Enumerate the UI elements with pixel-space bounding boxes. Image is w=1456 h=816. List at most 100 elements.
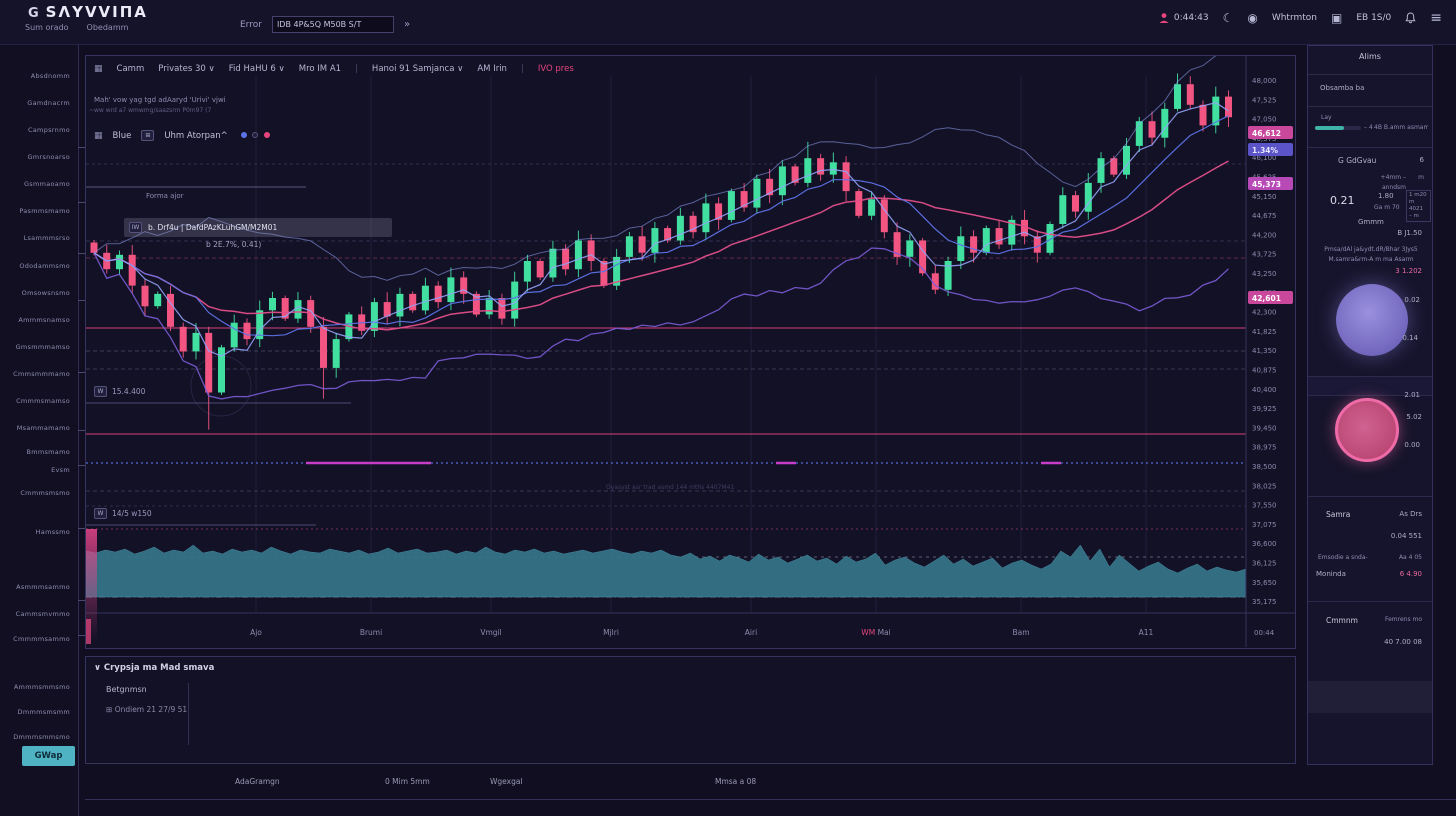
toolbar-item-3[interactable]: Fid HaHU 6 ∨ (229, 64, 285, 74)
y-axis-tick: 39,450 (1252, 424, 1277, 432)
toolbar-item-1[interactable]: Camm (117, 64, 145, 74)
bottom-panel: ∨ Crypsja ma Mad smava Betgnmsn ⊞ Ondiem… (85, 656, 1296, 764)
x-axis-label[interactable]: WM Mai (861, 628, 890, 637)
sidebar-tool-item[interactable]: Gmsmmmamso (16, 343, 70, 351)
record-icon[interactable]: ◉ (1247, 11, 1257, 25)
sidebar-tool-item[interactable]: Ododammsmo (19, 262, 70, 270)
candles-icon[interactable]: ▦ (94, 64, 103, 74)
x-axis-label[interactable]: Mjlri (603, 628, 619, 637)
sidebar-tool-item[interactable]: Gmrsnoarso (27, 153, 70, 161)
sidebar-tool-item[interactable]: Asmmmsammo (16, 583, 70, 591)
sidebar-tool-item[interactable]: Omsowsnsmo (22, 289, 70, 297)
mid-value: 1.80 (1378, 192, 1394, 200)
bottom-panel-header[interactable]: ∨ Crypsja ma Mad smava (94, 663, 214, 673)
x-axis-label[interactable]: Bam (1012, 628, 1029, 637)
gwap-button[interactable]: GWap (22, 746, 75, 766)
x-axis-label[interactable]: Ajo (250, 628, 262, 637)
sidebar-tool-item[interactable]: Gamdnacrm (27, 99, 70, 107)
sidebar-tool-item[interactable]: Lsammmsrso (24, 234, 70, 242)
stats1-right: As Drs (1399, 510, 1422, 518)
calendar-icon: ⊞ (106, 705, 112, 714)
nav-link-2[interactable]: Obedamm (87, 23, 129, 32)
bottom-col-title[interactable]: Betgnmsn (106, 685, 147, 694)
style-label[interactable]: Blue (113, 131, 132, 141)
toolbar-item-5[interactable]: Hanoi 91 Samjanca ∨ (372, 64, 463, 74)
purple-gauge[interactable] (1336, 284, 1408, 356)
bottom-col-item[interactable]: ⊞ Ondiem 21 27/9 51 (106, 705, 187, 714)
sidebar-action-row[interactable] (1308, 681, 1432, 713)
sidebar-tool-item[interactable]: Dmmmsmsmm (18, 708, 70, 716)
footer-link[interactable]: Mmsa a 08 (715, 777, 756, 786)
ratio-label[interactable]: EB 1S/0 (1356, 13, 1391, 23)
price-badge-text: 42,601 (1252, 294, 1281, 303)
toolbar-item-2[interactable]: Privates 30 ∨ (158, 64, 215, 74)
bell-icon[interactable] (1405, 12, 1416, 24)
candle-body (843, 162, 850, 191)
y-axis-tick: 43,250 (1252, 270, 1277, 278)
sidebar-tool-item[interactable]: Cmmmsmsmo (20, 489, 70, 497)
candle-body (333, 339, 340, 368)
candle-body (524, 261, 531, 282)
big-value: 0.21 (1330, 194, 1355, 207)
bottom-panel-title: Crypsja ma Mad smava (104, 663, 214, 673)
side-value: B J1.50 (1397, 229, 1422, 237)
y-axis-tick: 40,875 (1252, 367, 1277, 375)
pane3-legend[interactable]: W 14/5 w150 (94, 508, 152, 519)
sidebar-tool-item[interactable]: Pasmmsmamo (19, 207, 70, 215)
candle-body (575, 240, 582, 269)
sidebar-tool-item[interactable]: Cmmmmsammo (13, 635, 70, 643)
sidebar-tool-item[interactable]: Dmmmsmmsmo (13, 733, 70, 741)
account-menu[interactable]: Whtrmton (1272, 13, 1317, 23)
candle-body (868, 199, 875, 215)
candle-body (779, 166, 786, 195)
price-chart[interactable]: Oyasyst asr trad asmd 144 mths 4407M4148… (86, 56, 1295, 648)
x-axis-label[interactable]: Airi (745, 628, 757, 637)
left-sidebar: Absdnomm Gamdnacrm Campsrnmo Gmrsnoarso Gsmm… (0, 45, 79, 816)
footer-link[interactable]: Wgexgal (490, 777, 523, 786)
stats3-left: Cmmnm (1326, 616, 1358, 625)
x-axis-label[interactable]: A11 (1139, 628, 1154, 637)
candle-body (1187, 84, 1194, 105)
sidebar-tool-item[interactable]: Bmmsmamo (26, 448, 70, 456)
toolbar-item-6[interactable]: AM Irin (477, 64, 507, 74)
user-icon[interactable] (1158, 12, 1170, 24)
moon-icon[interactable]: ☾ (1223, 11, 1234, 25)
compare-icon[interactable]: ⊞ (141, 130, 154, 141)
sidebar-tool-item[interactable]: Hamssmo (36, 528, 70, 536)
x-axis-label[interactable]: Brumi (360, 628, 382, 637)
layout-icon[interactable]: ▣ (1331, 11, 1342, 25)
sidebar-tool-item[interactable]: Cmmsmmmamo (13, 370, 70, 378)
sidebar-tool-item[interactable]: Msammamamo (17, 424, 70, 432)
indicator-label[interactable]: Uhm Atorpan^ (164, 131, 227, 141)
expand-icon[interactable]: » (404, 19, 408, 30)
sidebar-tool-item[interactable]: Ammmsmmsmo (14, 683, 70, 691)
candle-body (396, 294, 403, 317)
collapse-chevron-icon[interactable]: ∨ (94, 663, 101, 673)
nav-link-1[interactable]: Sum orado (25, 23, 69, 32)
app-logo[interactable]: GSΛYVVIΠA (28, 3, 148, 21)
toolbar-item-4[interactable]: Mro IM A1 (299, 64, 341, 74)
hamburger-icon[interactable]: ≡ (1430, 10, 1442, 26)
y-axis-tick: 36,600 (1252, 540, 1277, 548)
blue-dot (241, 132, 247, 138)
footer-link[interactable]: 0 Mim 5mm (385, 777, 430, 786)
candle-body (422, 286, 429, 311)
candle-body (320, 327, 327, 368)
candle-body (384, 302, 391, 316)
x-axis-label[interactable]: Vmgil (480, 628, 501, 637)
sidebar-tool-item[interactable]: Campsrnmo (28, 126, 70, 134)
grid-icon[interactable]: ▦ (94, 131, 103, 141)
sidebar-tool-item[interactable]: Gsmmaoamo (24, 180, 70, 188)
symbol-input[interactable] (272, 16, 394, 33)
stats3-right: Femrens mo (1385, 616, 1422, 623)
pink-gauge[interactable] (1335, 398, 1399, 462)
sidebar-tool-item[interactable]: Cammsmvmmo (16, 610, 70, 618)
sidebar-tool-item[interactable]: Absdnomm (31, 72, 70, 80)
sidebar-tool-item[interactable]: Cmmmsmamso (16, 397, 70, 405)
footer-link[interactable]: AdaGramgn (235, 777, 280, 786)
live-toggle[interactable]: IVO pres (538, 64, 574, 74)
pane2-legend[interactable]: W 15.4.400 (94, 386, 145, 397)
sidebar-tool-item[interactable]: Evsm (51, 466, 70, 474)
section-observation[interactable]: Obsamba ba (1320, 84, 1364, 92)
sidebar-tool-item[interactable]: Ammmsnamso (18, 316, 70, 324)
